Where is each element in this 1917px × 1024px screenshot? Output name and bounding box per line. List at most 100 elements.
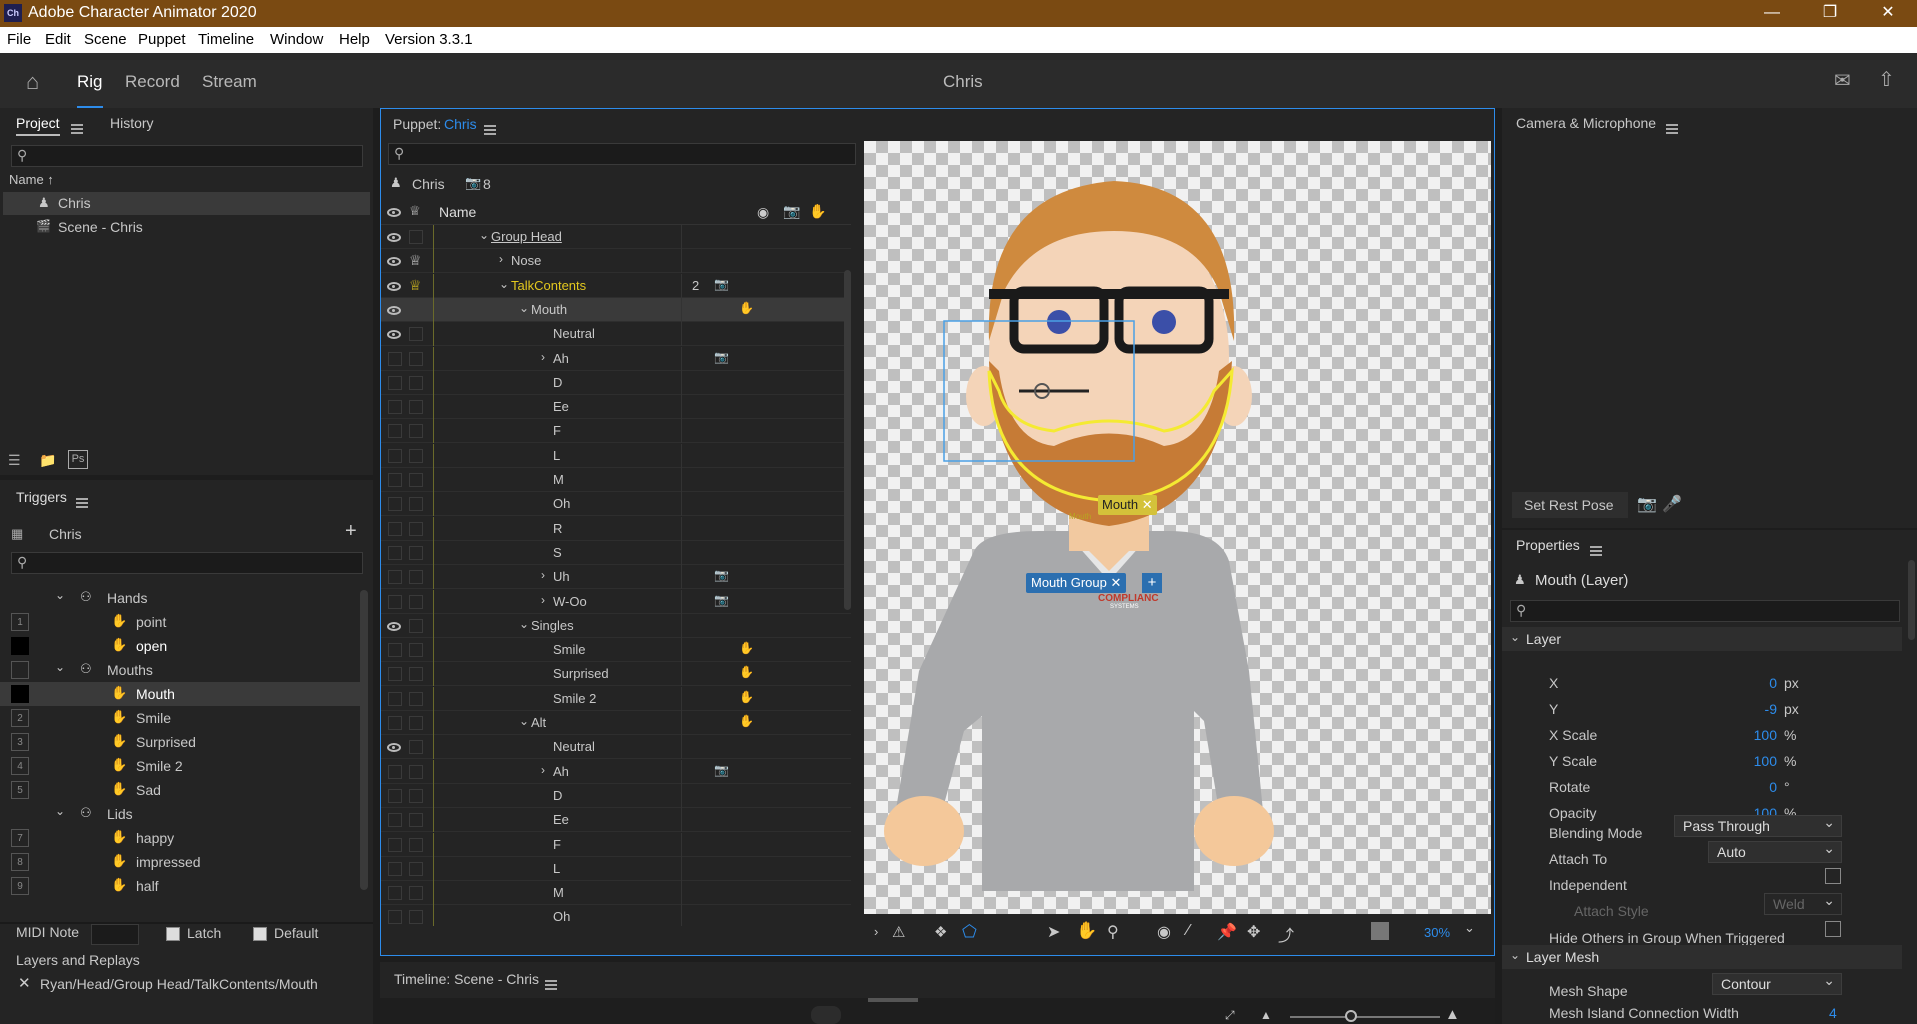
feedback-icon[interactable]: ✉ (1834, 68, 1851, 93)
select-icon[interactable]: ➤ (1047, 922, 1060, 942)
layer-row[interactable]: ♕ › Nose (381, 249, 851, 274)
eye-icon[interactable] (387, 257, 401, 267)
layer-row[interactable]: Ee (381, 808, 851, 833)
layer-row[interactable]: L (381, 443, 851, 468)
eye-icon[interactable] (387, 621, 401, 631)
menu-help[interactable]: Help (339, 31, 370, 48)
dangle-icon[interactable]: ⤴ (1278, 922, 1294, 946)
independent-box[interactable] (409, 691, 423, 706)
trigger-item[interactable]: 4 ✋ Smile 2 (0, 754, 360, 778)
puppet-search-input[interactable]: ⚲ (388, 143, 856, 165)
independent-box[interactable] (409, 618, 423, 633)
eye-icon[interactable] (387, 208, 401, 217)
trigger-item[interactable]: ✋ open (0, 634, 360, 658)
visibility-box[interactable] (388, 570, 402, 585)
visibility-box[interactable] (388, 424, 402, 439)
trigger-item[interactable]: 3 ✋ Surprised (0, 730, 360, 754)
default-checkbox[interactable] (253, 927, 267, 941)
visibility-box[interactable] (388, 691, 402, 706)
layer-row[interactable]: › W-Oo 📷 (381, 589, 851, 614)
layer-row[interactable]: Smile ✋ (381, 638, 851, 663)
trigger-key-box[interactable]: 8 (11, 853, 29, 871)
hand-icon[interactable]: ✋ (739, 641, 754, 655)
camera-icon[interactable]: 📷 (714, 568, 729, 582)
visibility-box[interactable] (388, 400, 402, 415)
property-value[interactable]: 0 (1769, 779, 1777, 795)
camera-icon[interactable]: 📷 (714, 763, 729, 777)
independent-box[interactable] (409, 545, 423, 560)
trigger-item[interactable]: 5 ✋ Sad (0, 778, 360, 802)
menu-timeline[interactable]: Timeline (198, 31, 254, 48)
independent-box[interactable] (409, 375, 423, 390)
hand-tool-icon[interactable]: ✋ (1076, 921, 1097, 941)
hand-icon[interactable]: ✋ (809, 203, 826, 220)
add-group-icon[interactable]: + (1142, 573, 1162, 593)
layer-row[interactable]: Oh (381, 905, 851, 926)
layer-mesh-section-header[interactable]: ⌄ Layer Mesh (1502, 945, 1902, 969)
remove-icon[interactable]: ✕ (18, 974, 31, 992)
mesh-icon[interactable]: ❖ (934, 923, 947, 941)
layer-row[interactable]: ⌄ Alt ✋ (381, 711, 851, 735)
chevron-down-icon[interactable]: ⌄ (479, 228, 489, 242)
property-value[interactable]: 100 (1754, 753, 1777, 769)
independent-box[interactable] (409, 740, 423, 755)
mesh-shape-select[interactable]: Contour (1712, 972, 1842, 995)
camera-icon[interactable]: 📷 (714, 277, 729, 291)
layer-row[interactable]: R (381, 516, 851, 541)
project-menu-icon[interactable] (71, 124, 83, 135)
layer-tree-scrollbar[interactable] (844, 270, 851, 610)
independent-box[interactable] (409, 230, 423, 244)
layer-row[interactable]: Ee (381, 395, 851, 420)
timeline-menu-icon[interactable] (545, 980, 557, 991)
camera-icon[interactable]: 📷 (714, 350, 729, 364)
independent-box[interactable] (409, 837, 423, 852)
chevron-right-icon[interactable]: › (541, 593, 545, 607)
sticks-icon[interactable]: 📌 (1217, 922, 1237, 942)
name-column-header[interactable]: Name ↑ (9, 172, 54, 187)
trigger-item[interactable]: ⌄ ⚇ Mouths (0, 658, 360, 682)
chevron-right-icon[interactable]: › (541, 568, 545, 582)
independent-box[interactable] (409, 886, 423, 901)
chevron-down-icon[interactable]: ⌄ (55, 660, 65, 674)
menu-puppet[interactable]: Puppet (138, 31, 186, 48)
fit-icon[interactable]: ⤢ (1225, 1008, 1235, 1023)
mesh-island-value[interactable]: 4 (1829, 1005, 1837, 1021)
crown-icon[interactable]: ♕ (409, 203, 421, 219)
hand-icon[interactable]: ✋ (739, 714, 754, 728)
triggers-menu-icon[interactable] (76, 498, 88, 509)
layer-row[interactable]: Neutral (381, 735, 851, 760)
layer-row[interactable]: F (381, 832, 851, 857)
camera-icon[interactable]: 📷 (783, 203, 800, 220)
hand-icon[interactable]: ✋ (739, 690, 754, 704)
visibility-box[interactable] (388, 351, 402, 366)
chevron-down-icon[interactable]: ⌄ (55, 804, 65, 818)
mouth-group-tag[interactable]: Mouth Group ✕ (1026, 573, 1127, 593)
visibility-box[interactable] (388, 813, 402, 828)
independent-box[interactable] (409, 473, 423, 487)
hand-icon[interactable]: ✋ (739, 665, 754, 679)
layer-row[interactable]: ♕ ⌄ TalkContents 2 📷 (381, 273, 851, 298)
trigger-key-box[interactable]: 4 (11, 757, 29, 775)
trigger-item[interactable]: 2 ✋ Smile (0, 706, 360, 730)
latch-checkbox[interactable] (166, 927, 180, 941)
crown-icon[interactable]: ♕ (409, 252, 422, 269)
timeline-track[interactable] (380, 998, 1495, 1024)
eye-icon[interactable] (387, 305, 401, 315)
trigger-item[interactable]: ⌄ ⚇ Lids (0, 802, 360, 826)
independent-box[interactable] (409, 813, 423, 828)
zoom-in-mountain-icon[interactable]: ▲ (1445, 1006, 1460, 1023)
independent-box[interactable] (409, 667, 423, 682)
attach-style-select[interactable]: Weld (1764, 892, 1842, 915)
layer-row[interactable]: Surprised ✋ (381, 662, 851, 687)
independent-box[interactable] (409, 497, 423, 512)
trigger-item[interactable]: ⌄ ⚇ Hands (0, 586, 360, 610)
handle-icon[interactable]: ✥ (1247, 922, 1260, 942)
visibility-box[interactable] (388, 521, 402, 536)
eye-icon[interactable] (387, 743, 401, 753)
independent-box[interactable] (409, 327, 423, 342)
layer-row[interactable]: L (381, 856, 851, 881)
puppet-canvas[interactable]: Mouth ✕ Mouth Mouth Group ✕ + COMPLIANC … (864, 141, 1491, 914)
project-item-chris[interactable]: ♟ Chris (3, 192, 370, 215)
visibility-box[interactable] (388, 594, 402, 609)
tab-history[interactable]: History (110, 115, 154, 131)
